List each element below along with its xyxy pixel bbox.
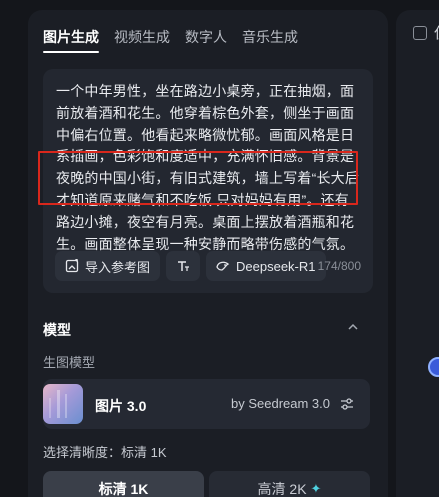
image-model-label: 生图模型	[43, 355, 96, 370]
prompt-input-area[interactable]: 一个中年男性，坐在路边小桌旁，正在抽烟，面前放着酒和花生。他穿着棕色外套，侧坐于…	[43, 69, 373, 293]
resolution-2k-label: 高清 2K	[257, 481, 307, 497]
sliders-icon[interactable]	[339, 396, 355, 412]
generation-panel: 图片生成 视频生成 数字人 音乐生成 一个中年男性，坐在路边小桌旁，正在抽烟，面…	[28, 10, 388, 497]
right-panel: 仅	[396, 10, 439, 497]
mode-tabs: 图片生成 视频生成 数字人 音乐生成	[43, 27, 313, 53]
select-checkbox[interactable]	[413, 26, 427, 40]
resolution-1k-button[interactable]: 标清 1K	[43, 471, 204, 497]
tab-digital-human[interactable]: 数字人	[185, 27, 227, 53]
chevron-up-icon[interactable]	[346, 320, 360, 334]
model-thumbnail	[43, 384, 83, 424]
floating-action-icon[interactable]	[428, 357, 439, 377]
text-format-button[interactable]	[166, 251, 201, 281]
resolution-options: 标清 1K 高清 2K ✦	[43, 471, 370, 497]
import-reference-button[interactable]: 导入参考图	[55, 251, 161, 281]
deepseek-icon	[216, 259, 230, 273]
resolution-label: 选择清晰度：标清 1K	[43, 445, 167, 460]
image-import-icon	[65, 259, 79, 273]
text-format-icon	[176, 259, 190, 273]
tab-music-generation[interactable]: 音乐生成	[242, 27, 298, 53]
tab-image-generation[interactable]: 图片生成	[43, 27, 99, 53]
deepseek-label: Deepseek-R1	[236, 258, 316, 274]
import-reference-label: 导入参考图	[85, 259, 151, 275]
tab-video-generation[interactable]: 视频生成	[114, 27, 170, 53]
right-panel-text: 仅	[434, 22, 439, 43]
sparkle-icon: ✦	[310, 481, 322, 496]
resolution-2k-button[interactable]: 高清 2K ✦	[209, 471, 370, 497]
character-counter: 174/800	[317, 259, 361, 273]
model-name: 图片 3.0	[95, 398, 147, 414]
deepseek-model-button[interactable]: Deepseek-R1	[206, 251, 326, 281]
model-selector[interactable]: 图片 3.0 by Seedream 3.0	[43, 379, 370, 429]
model-section-title: 模型	[43, 322, 71, 338]
model-provider: by Seedream 3.0	[231, 396, 331, 411]
resolution-1k-label: 标清 1K	[98, 481, 149, 497]
prompt-toolbar: 导入参考图 Deepseek-R1	[55, 251, 326, 281]
prompt-text[interactable]: 一个中年男性，坐在路边小桌旁，正在抽烟，面前放着酒和花生。他穿着棕色外套，侧坐于…	[56, 81, 362, 255]
